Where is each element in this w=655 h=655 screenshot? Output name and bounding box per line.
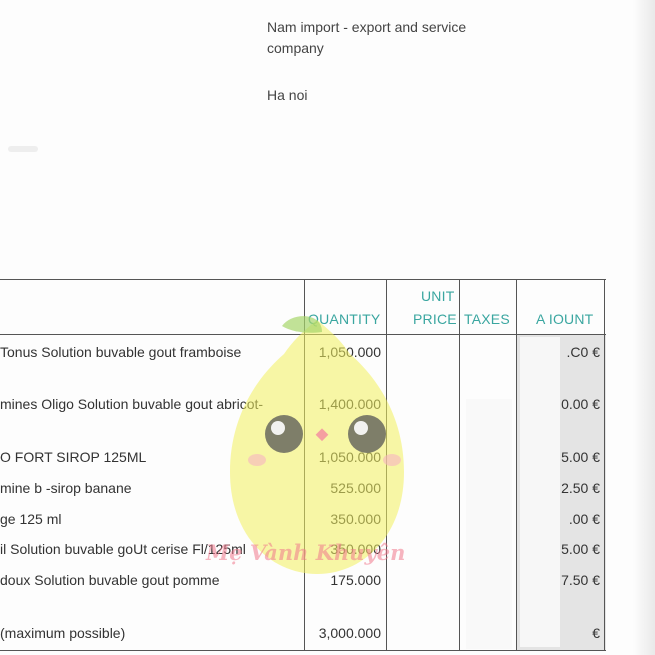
- col-divider-3: [459, 279, 460, 651]
- row-7-amount: 7.50 €: [561, 572, 600, 588]
- row-2-amount: 0.00 €: [561, 396, 600, 412]
- row-4-description: mine b -sirop banane: [0, 480, 132, 496]
- company-line-1: Nam import - export and service: [267, 19, 467, 35]
- row-7-description: doux Solution buvable gout pomme: [0, 572, 220, 588]
- row-8-quantity: 3,000.000: [318, 625, 381, 641]
- row-1-quantity: 1,050.000: [318, 344, 381, 360]
- row-8-description: (maximum possible): [0, 625, 126, 641]
- page-edge-shadow: [633, 0, 655, 655]
- row-3-quantity: 1,050.000: [318, 449, 381, 465]
- row-6-quantity: 350.000: [330, 541, 381, 557]
- row-2-quantity: 1,400.000: [318, 396, 381, 412]
- row-6-amount: 5.00 €: [561, 541, 600, 557]
- header-price: PRICE: [413, 311, 457, 327]
- col-divider-2: [386, 279, 387, 651]
- row-6-description: il Solution buvable goUt cerise Fl/125ml: [0, 541, 246, 557]
- company-name: Nam import - export and service company: [267, 17, 466, 59]
- redaction-mask-taxes: [466, 399, 512, 649]
- row-5-quantity: 350.000: [330, 511, 381, 527]
- row-2-description: mines Oligo Solution buvable gout abrico…: [0, 396, 264, 412]
- row-3-description: O FORT SIROP 125ML: [0, 449, 147, 465]
- redaction-mask-amount: [520, 337, 560, 647]
- col-divider-1: [304, 279, 305, 651]
- order-table: QUANTITY UNIT PRICE TAXES A IOUNT Tonus …: [0, 279, 606, 651]
- row-1-amount: .C0 €: [566, 344, 600, 360]
- col-divider-5: [604, 279, 605, 651]
- row-5-description: ge 125 ml: [0, 511, 62, 527]
- header-amount: A IOUNT: [536, 311, 594, 327]
- row-7-quantity: 175.000: [330, 572, 381, 588]
- row-3-amount: 5.00 €: [561, 449, 600, 465]
- city: Ha noi: [267, 87, 308, 103]
- company-line-2: company: [267, 40, 324, 56]
- col-divider-4: [516, 279, 517, 651]
- row-4-amount: 2.50 €: [561, 480, 600, 496]
- row-8-amount: €: [592, 625, 600, 641]
- row-1-description: Tonus Solution buvable gout framboise: [0, 344, 242, 360]
- row-4-quantity: 525.000: [330, 480, 381, 496]
- header-unit: UNIT: [421, 288, 455, 304]
- header-quantity: QUANTITY: [308, 311, 381, 327]
- blurred-mark: [8, 146, 38, 152]
- header-taxes: TAXES: [464, 311, 510, 327]
- row-5-amount: .00 €: [568, 511, 600, 527]
